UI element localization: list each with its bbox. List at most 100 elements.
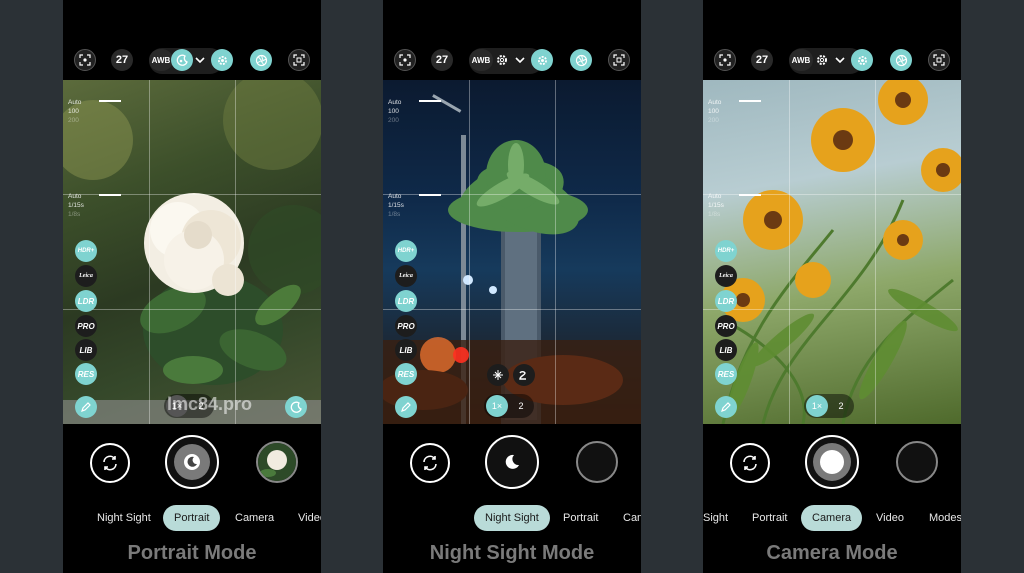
shutter-slider-handle[interactable] — [99, 194, 121, 196]
shutter-button[interactable] — [805, 435, 859, 489]
zoom-1x-button[interactable]: 1× — [486, 395, 508, 417]
shutter-button[interactable] — [165, 435, 219, 489]
scan-icon[interactable] — [608, 49, 630, 71]
lib-button[interactable]: LIB — [75, 339, 97, 361]
iso-label: Auto — [68, 99, 82, 106]
mode-night-sight[interactable]: Sight — [703, 505, 728, 531]
iso-slider-handle[interactable] — [739, 100, 761, 102]
portrait-icon[interactable] — [171, 49, 193, 71]
leica-button[interactable]: Leica — [395, 265, 417, 287]
mode-night-sight[interactable]: Night Sight — [97, 505, 151, 531]
chevron-down-icon[interactable] — [193, 49, 207, 71]
grid-line — [469, 80, 470, 424]
focus-icon[interactable] — [714, 49, 736, 71]
awb-button[interactable]: AWB — [469, 49, 493, 71]
settings-gear-icon[interactable] — [851, 49, 873, 71]
settings-gear-icon[interactable] — [491, 49, 513, 71]
mode-portrait[interactable]: Portrait — [563, 505, 598, 531]
mode-night-sight[interactable]: Night Sight — [474, 505, 550, 531]
leica-button[interactable]: Leica — [75, 265, 97, 287]
awb-button[interactable]: AWB — [149, 49, 173, 71]
settings-gear-icon[interactable] — [811, 49, 833, 71]
mode-camera[interactable]: Camera — [235, 505, 274, 531]
hdr-button[interactable]: HDR+ — [715, 240, 737, 262]
chevron-down-icon[interactable] — [833, 49, 847, 71]
camera-controls: Sight Portrait Camera Video Modes Camera… — [703, 424, 961, 573]
iso-value: 200 — [708, 117, 719, 124]
zoom-selector: 1× 2 — [484, 394, 534, 418]
chevron-down-icon[interactable] — [513, 49, 527, 71]
pro-button[interactable]: PRO — [75, 315, 97, 337]
mode-selector: Night Sight Portrait Cam — [383, 505, 641, 531]
shutter-slider-handle[interactable] — [739, 194, 761, 196]
gallery-thumbnail[interactable] — [256, 441, 298, 483]
mode-modes[interactable]: Modes — [929, 505, 961, 531]
flip-camera-icon[interactable] — [410, 443, 450, 483]
viewfinder[interactable]: Auto 100 200 Auto 1/15s 1/8s HDR+ Leica … — [703, 80, 961, 424]
mode-video[interactable]: Video — [298, 505, 321, 531]
shutter-slider-handle[interactable] — [419, 194, 441, 196]
phone-camera-mode: 27 AWB Auto 100 200 Auto 1/15s 1/8s HDR+… — [703, 0, 961, 573]
viewfinder[interactable]: Auto 100 200 Auto 1/15s 1/8s HDR+ Leica … — [383, 80, 641, 424]
pro-button[interactable]: PRO — [395, 315, 417, 337]
focus-icon[interactable] — [394, 49, 416, 71]
zoom-1x-button[interactable]: 1× — [806, 395, 828, 417]
iso-scale: Auto 100 200 — [68, 98, 81, 125]
flip-camera-icon[interactable] — [90, 443, 130, 483]
shutter-button[interactable] — [485, 435, 539, 489]
mode-camera[interactable]: Camera — [801, 505, 863, 531]
mode-video[interactable]: Video — [876, 505, 904, 531]
hdr-button[interactable]: HDR+ — [395, 240, 417, 262]
aperture-icon[interactable] — [250, 49, 272, 71]
edit-icon[interactable] — [395, 396, 417, 418]
settings-gear-icon[interactable] — [531, 49, 553, 71]
camera-controls: Night Sight Portrait Cam Night Sight Mod… — [383, 424, 641, 573]
grid-line — [875, 80, 876, 424]
shutter-label: Auto — [708, 193, 722, 200]
astro-icon[interactable] — [487, 364, 509, 386]
ldr-button[interactable]: LDR — [75, 290, 97, 312]
scan-icon[interactable] — [928, 49, 950, 71]
settings-gear-icon[interactable] — [211, 49, 233, 71]
mode-portrait[interactable]: Portrait — [752, 505, 787, 531]
timer-button[interactable]: 27 — [431, 49, 453, 71]
aperture-icon[interactable] — [890, 49, 912, 71]
gallery-thumbnail[interactable] — [896, 441, 938, 483]
edit-icon[interactable] — [75, 396, 97, 418]
mode-portrait[interactable]: Portrait — [163, 505, 221, 531]
viewfinder[interactable]: Auto 100 200 Auto 1/15s 1/8s HDR+ Leica … — [63, 80, 321, 424]
timer-button[interactable]: 27 — [111, 49, 133, 71]
gallery-thumbnail[interactable] — [576, 441, 618, 483]
focus-icon[interactable] — [74, 49, 96, 71]
iso-slider-handle[interactable] — [99, 100, 121, 102]
shutter-inner — [174, 444, 210, 480]
mode-camera[interactable]: Cam — [623, 505, 641, 531]
ldr-button[interactable]: LDR — [715, 290, 737, 312]
scan-icon[interactable] — [288, 49, 310, 71]
flip-camera-icon[interactable] — [730, 443, 770, 483]
res-button[interactable]: RES — [75, 363, 97, 385]
res-button[interactable]: RES — [715, 363, 737, 385]
pro-button[interactable]: PRO — [715, 315, 737, 337]
hdr-button[interactable]: HDR+ — [75, 240, 97, 262]
res-button[interactable]: RES — [395, 363, 417, 385]
mode-caption: Night Sight Mode — [429, 542, 595, 564]
lib-button[interactable]: LIB — [715, 339, 737, 361]
ldr-button[interactable]: LDR — [395, 290, 417, 312]
zoom-2x-button[interactable]: 2 — [510, 395, 532, 417]
shutter-value: 1/8s — [68, 211, 81, 218]
mode-caption: Camera Mode — [766, 542, 898, 564]
zoom-selector: 1× 2 — [804, 394, 854, 418]
iso-slider-handle[interactable] — [419, 100, 441, 102]
zoom-2x-button[interactable]: 2 — [830, 395, 852, 417]
awb-button[interactable]: AWB — [789, 49, 813, 71]
edit-icon[interactable] — [715, 396, 737, 418]
portrait-icon[interactable] — [285, 396, 307, 418]
leica-button[interactable]: Leica — [715, 265, 737, 287]
timer-button[interactable]: 27 — [751, 49, 773, 71]
phone-night-sight-mode: 27 AWB Auto 100 200 Auto 1/15s 1/8s HDR+… — [383, 0, 641, 573]
aperture-icon[interactable] — [570, 49, 592, 71]
lib-button[interactable]: LIB — [395, 339, 417, 361]
shutter-label: Auto — [68, 193, 82, 200]
night-level-icon[interactable] — [513, 364, 535, 386]
